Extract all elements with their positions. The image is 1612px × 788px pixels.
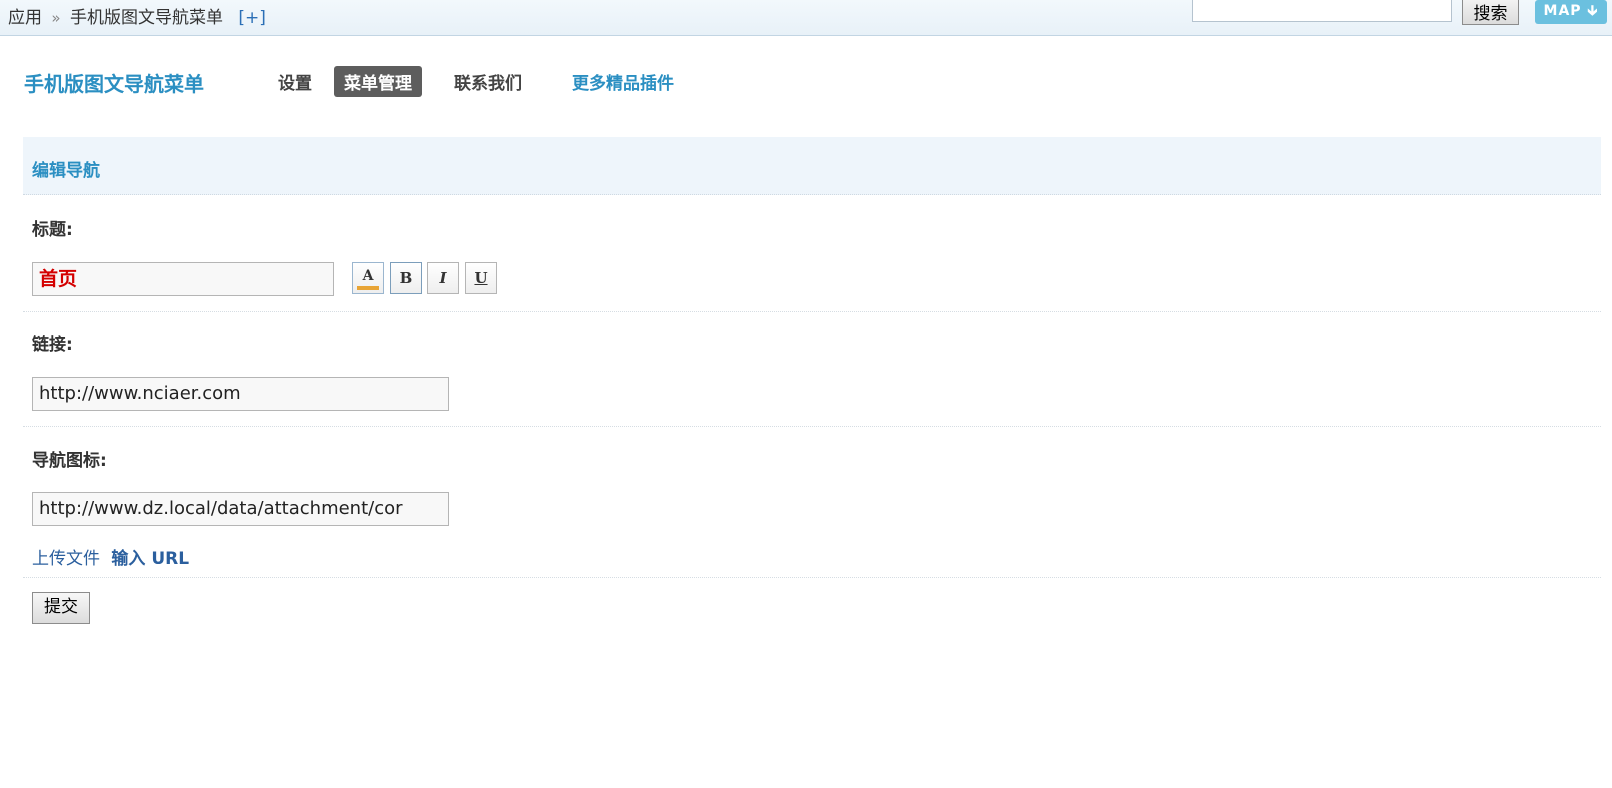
nav-icon-label: 导航图标: [32,451,107,471]
title-input[interactable]: 首页 [32,262,334,296]
section-title: 编辑导航 [32,161,100,181]
plugin-title: 手机版图文导航菜单 [24,72,204,96]
enter-url-link[interactable]: 输入 URL [111,549,189,569]
breadcrumb-current[interactable]: 手机版图文导航菜单 [70,8,223,28]
nav-icon-input[interactable]: http://www.dz.local/data/attachment/cor [32,492,449,526]
italic-button[interactable]: I [427,262,459,294]
bold-button[interactable]: B [390,262,422,294]
divider [23,577,1601,578]
map-button-label: MAP [1543,3,1582,19]
title-label: 标题: [32,220,73,240]
link-label: 链接: [32,335,73,355]
color-swatch-bar [357,286,379,290]
divider [23,311,1601,312]
tab-contact-us[interactable]: 联系我们 [454,69,522,94]
breadcrumb-root[interactable]: 应用 [8,8,42,28]
upload-file-link[interactable]: 上传文件 [32,549,100,569]
tab-menu-management[interactable]: 菜单管理 [334,66,422,97]
top-bar: 应用 » 手机版图文导航菜单 [+] 搜索 MAP 🡳 [0,0,1612,36]
arrow-down-icon: 🡳 [1587,3,1599,19]
text-color-icon: A [362,268,374,284]
icon-source-options: 上传文件 输入 URL [32,544,189,569]
tab-settings[interactable]: 设置 [278,69,312,94]
add-shortcut-link[interactable]: [+] [238,8,266,28]
section-header: 编辑导航 [23,137,1601,195]
search-input[interactable] [1192,0,1452,22]
breadcrumb: 应用 » 手机版图文导航菜单 [+] [8,3,266,28]
divider [23,426,1601,427]
text-color-button[interactable]: A [352,262,384,294]
map-button[interactable]: MAP 🡳 [1535,0,1607,24]
breadcrumb-separator: » [51,9,61,27]
link-input[interactable]: http://www.nciaer.com [32,377,449,411]
submit-button[interactable]: 提交 [32,592,90,624]
search-button[interactable]: 搜索 [1462,0,1519,25]
underline-button[interactable]: U [465,262,497,294]
tab-more-plugins[interactable]: 更多精品插件 [572,69,674,94]
